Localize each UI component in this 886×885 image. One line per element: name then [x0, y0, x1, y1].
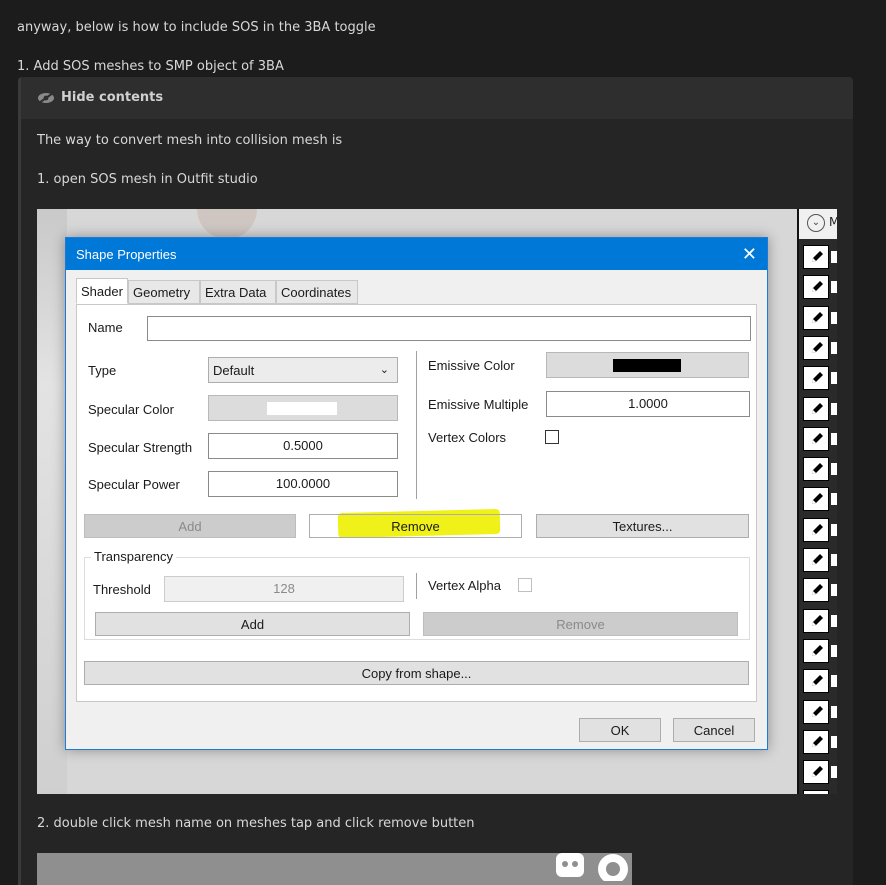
transparency-remove-button[interactable]: Remove	[423, 612, 738, 636]
specular-strength-label: Specular Strength	[88, 440, 193, 455]
pencil-icon[interactable]	[803, 366, 829, 391]
mesh-row-visibility[interactable]	[831, 584, 837, 597]
mesh-row-visibility[interactable]	[831, 493, 837, 506]
tab-geometry[interactable]: Geometry	[128, 280, 200, 304]
shape-properties-dialog: Shape Properties ✕ Shader Geometry Extra…	[65, 237, 768, 750]
pencil-icon[interactable]	[803, 638, 829, 663]
mesh-row-visibility[interactable]	[831, 341, 837, 354]
side-panel-header-letter: M	[829, 215, 837, 229]
chevron-down-icon[interactable]: ⌄	[807, 214, 825, 232]
post-intro: anyway, below is how to include SOS in t…	[17, 20, 376, 35]
pencil-icon[interactable]	[803, 457, 829, 482]
second-screenshot	[37, 853, 632, 885]
shader-remove-button[interactable]: Remove	[309, 514, 522, 538]
side-panel-header: ⌄ M	[799, 209, 837, 239]
spoiler-toggle[interactable]: Hide contents	[21, 77, 853, 119]
name-input[interactable]	[147, 316, 751, 341]
specular-power-label: Specular Power	[88, 477, 180, 492]
tab-shader[interactable]: Shader	[76, 278, 128, 304]
mesh-row-visibility[interactable]	[831, 251, 837, 263]
mesh-row-visibility[interactable]	[831, 523, 837, 536]
mesh-row-visibility[interactable]	[831, 402, 837, 415]
close-icon[interactable]: ✕	[742, 244, 757, 265]
pencil-icon[interactable]	[803, 335, 829, 360]
type-select-value: Default	[213, 363, 255, 378]
specular-color-swatch	[267, 402, 337, 415]
pencil-icon[interactable]	[803, 426, 829, 451]
pencil-icon[interactable]	[803, 669, 829, 694]
mesh-row-visibility[interactable]	[831, 705, 837, 718]
pencil-icon[interactable]	[803, 760, 829, 785]
spoiler-line-2: 1. open SOS mesh in Outfit studio	[37, 172, 258, 187]
specular-color-label: Specular Color	[88, 402, 174, 417]
discord-icon[interactable]	[554, 853, 586, 881]
mesh-row-visibility[interactable]	[831, 281, 837, 294]
spoiler-line-3: 2. double click mesh name on meshes tap …	[37, 816, 475, 831]
transparency-add-button[interactable]: Add	[95, 612, 410, 636]
cancel-button[interactable]: Cancel	[673, 718, 755, 742]
eye-hidden-icon	[38, 92, 54, 104]
textures-button[interactable]: Textures...	[536, 514, 749, 538]
mesh-row-visibility[interactable]	[831, 675, 837, 688]
name-label: Name	[88, 320, 123, 335]
pencil-icon[interactable]	[803, 305, 829, 330]
type-select[interactable]: Default ⌄	[208, 357, 398, 383]
pencil-icon[interactable]	[803, 396, 829, 421]
copy-from-shape-button[interactable]: Copy from shape...	[84, 661, 749, 685]
emissive-multiple-label: Emissive Multiple	[428, 397, 529, 412]
model-background	[37, 209, 67, 794]
threshold-label: Threshold	[93, 582, 151, 597]
specular-color-picker[interactable]	[208, 395, 398, 421]
model-arm	[197, 209, 257, 239]
pencil-icon[interactable]	[803, 578, 829, 603]
meshes-side-panel: ⌄ M	[797, 209, 837, 794]
vertex-alpha-label: Vertex Alpha	[428, 578, 501, 593]
mesh-row-visibility[interactable]	[831, 311, 837, 324]
threshold-input[interactable]: 128	[164, 576, 404, 602]
ok-button[interactable]: OK	[579, 718, 661, 742]
transparency-divider	[416, 573, 417, 599]
emissive-color-swatch	[613, 359, 681, 372]
mesh-row-visibility[interactable]	[831, 432, 837, 445]
mesh-row-visibility[interactable]	[831, 463, 837, 476]
pencil-icon[interactable]	[803, 548, 829, 572]
dialog-title: Shape Properties	[66, 238, 767, 270]
emissive-color-picker[interactable]	[546, 352, 749, 378]
outfit-studio-screenshot: ⌄ M Shape Properties ✕ Shader Geometry E…	[37, 209, 837, 794]
mesh-row-visibility[interactable]	[831, 766, 837, 779]
mesh-row-visibility[interactable]	[831, 644, 837, 657]
specular-power-input[interactable]: 100.0000	[208, 471, 398, 497]
spoiler-toggle-label: Hide contents	[61, 90, 164, 105]
pencil-icon[interactable]	[803, 517, 829, 542]
shader-pane: Name Type Default ⌄ Specular Color Specu…	[76, 304, 757, 702]
spoiler-line-1: The way to convert mesh into collision m…	[37, 133, 343, 148]
pencil-icon[interactable]	[803, 245, 829, 269]
tab-extra-data[interactable]: Extra Data	[200, 280, 276, 304]
pencil-icon[interactable]	[803, 729, 829, 754]
pencil-icon[interactable]	[803, 699, 829, 724]
github-icon[interactable]	[597, 853, 629, 884]
emissive-multiple-input[interactable]: 1.0000	[546, 391, 750, 417]
tab-coordinates[interactable]: Coordinates	[276, 280, 358, 304]
pencil-icon[interactable]	[803, 275, 829, 300]
post-step-1: 1. Add SOS meshes to SMP object of 3BA	[17, 59, 284, 74]
pencil-icon[interactable]	[803, 790, 829, 794]
mesh-row-visibility[interactable]	[831, 614, 837, 627]
vertex-colors-label: Vertex Colors	[428, 430, 507, 445]
chevron-down-icon: ⌄	[379, 364, 389, 376]
pencil-icon[interactable]	[803, 608, 829, 633]
vertex-alpha-checkbox[interactable]	[518, 578, 532, 592]
emissive-color-label: Emissive Color	[428, 358, 515, 373]
transparency-label: Transparency	[91, 549, 176, 564]
shader-add-button[interactable]: Add	[84, 514, 296, 538]
specular-strength-input[interactable]: 0.5000	[208, 433, 398, 459]
mesh-row-visibility[interactable]	[831, 735, 837, 748]
vertex-colors-checkbox[interactable]	[545, 430, 559, 444]
mesh-row-visibility[interactable]	[831, 554, 837, 566]
type-label: Type	[88, 363, 117, 378]
column-divider	[416, 351, 417, 499]
mesh-row-visibility[interactable]	[831, 372, 837, 385]
pencil-icon[interactable]	[803, 487, 829, 512]
